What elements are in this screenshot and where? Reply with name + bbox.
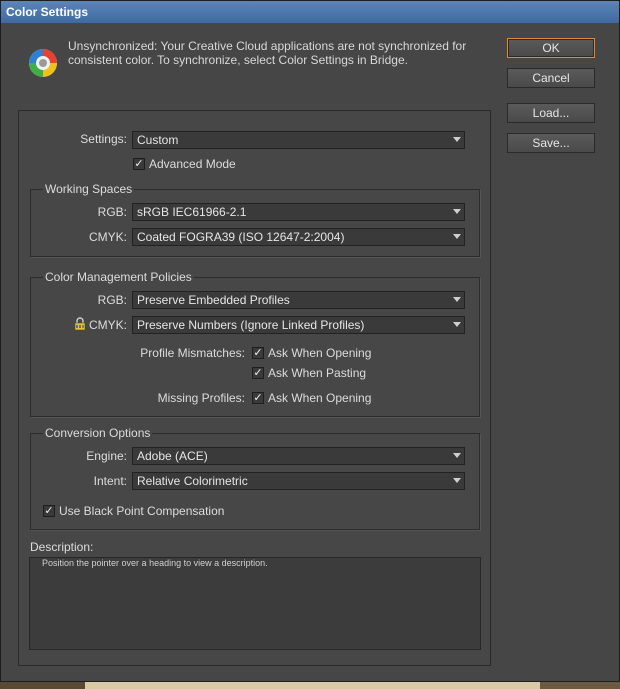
policy-rgb-value: Preserve Embedded Profiles [137, 293, 290, 307]
description-text: Position the pointer over a heading to v… [42, 558, 268, 568]
working-cmyk-value: Coated FOGRA39 (ISO 12647-2:2004) [137, 230, 345, 244]
policy-cmyk-label: CMYK: [88, 318, 127, 332]
policy-rgb-label: RGB: [97, 293, 127, 307]
color-sync-wheel-icon [29, 49, 57, 77]
color-settings-dialog: Color Settings Unsynchronized: Your Crea… [0, 0, 620, 682]
description-box: Position the pointer over a heading to v… [29, 557, 481, 650]
save-button[interactable]: Save... [507, 133, 595, 153]
policy-rgb-select[interactable]: Preserve Embedded Profiles [132, 291, 465, 309]
sync-status-message: Unsynchronized: Your Creative Cloud appl… [68, 39, 467, 67]
title-bar: Color Settings [1, 1, 619, 23]
ok-button[interactable]: OK [507, 38, 595, 58]
description-title: Description: [30, 540, 94, 554]
intent-label: Intent: [93, 474, 127, 488]
chevron-down-icon [453, 478, 461, 483]
engine-select[interactable]: Adobe (ACE) [132, 447, 465, 465]
working-rgb-select[interactable]: sRGB IEC61966-2.1 [132, 203, 465, 221]
load-button[interactable]: Load... [507, 103, 595, 123]
working-rgb-value: sRGB IEC61966-2.1 [137, 205, 247, 219]
background-strip [0, 682, 620, 689]
settings-label: Settings: [80, 132, 127, 146]
ask-when-opening-label: Ask When Opening [268, 346, 372, 360]
engine-value: Adobe (ACE) [137, 449, 208, 463]
policy-cmyk-select[interactable]: Preserve Numbers (Ignore Linked Profiles… [132, 316, 465, 334]
chevron-down-icon [453, 234, 461, 239]
conversion-title: Conversion Options [43, 426, 153, 440]
working-rgb-label: RGB: [97, 205, 127, 219]
chevron-down-icon [453, 137, 461, 142]
missing-ask-when-opening-checkbox[interactable]: ✓ [252, 392, 264, 404]
settings-select-value: Custom [137, 133, 179, 147]
working-spaces-group [30, 189, 480, 257]
intent-select[interactable]: Relative Colorimetric [132, 472, 465, 490]
working-cmyk-label: CMYK: [88, 230, 127, 244]
ask-when-pasting-label: Ask When Pasting [268, 366, 367, 380]
cancel-button[interactable]: Cancel [507, 68, 595, 88]
chevron-down-icon [453, 297, 461, 302]
chevron-down-icon [453, 453, 461, 458]
engine-label: Engine: [86, 449, 127, 463]
black-point-compensation-checkbox[interactable]: ✓ [43, 505, 55, 517]
window-title: Color Settings [6, 5, 89, 19]
ask-when-opening-checkbox[interactable]: ✓ [252, 347, 264, 359]
chevron-down-icon [453, 209, 461, 214]
missing-ask-when-opening-label: Ask When Opening [268, 391, 372, 405]
policies-title: Color Management Policies [43, 270, 194, 284]
intent-value: Relative Colorimetric [137, 474, 248, 488]
advanced-mode-checkbox[interactable]: ✓ [133, 158, 145, 170]
working-spaces-title: Working Spaces [43, 182, 135, 196]
black-point-compensation-label: Use Black Point Compensation [59, 504, 225, 518]
missing-profiles-label: Missing Profiles: [157, 391, 245, 405]
ask-when-pasting-checkbox[interactable]: ✓ [252, 367, 264, 379]
advanced-mode-label: Advanced Mode [149, 157, 236, 171]
profile-mismatches-label: Profile Mismatches: [140, 346, 245, 360]
chevron-down-icon [453, 322, 461, 327]
working-cmyk-select[interactable]: Coated FOGRA39 (ISO 12647-2:2004) [132, 228, 465, 246]
settings-select[interactable]: Custom [132, 131, 465, 149]
policy-cmyk-value: Preserve Numbers (Ignore Linked Profiles… [137, 318, 365, 332]
